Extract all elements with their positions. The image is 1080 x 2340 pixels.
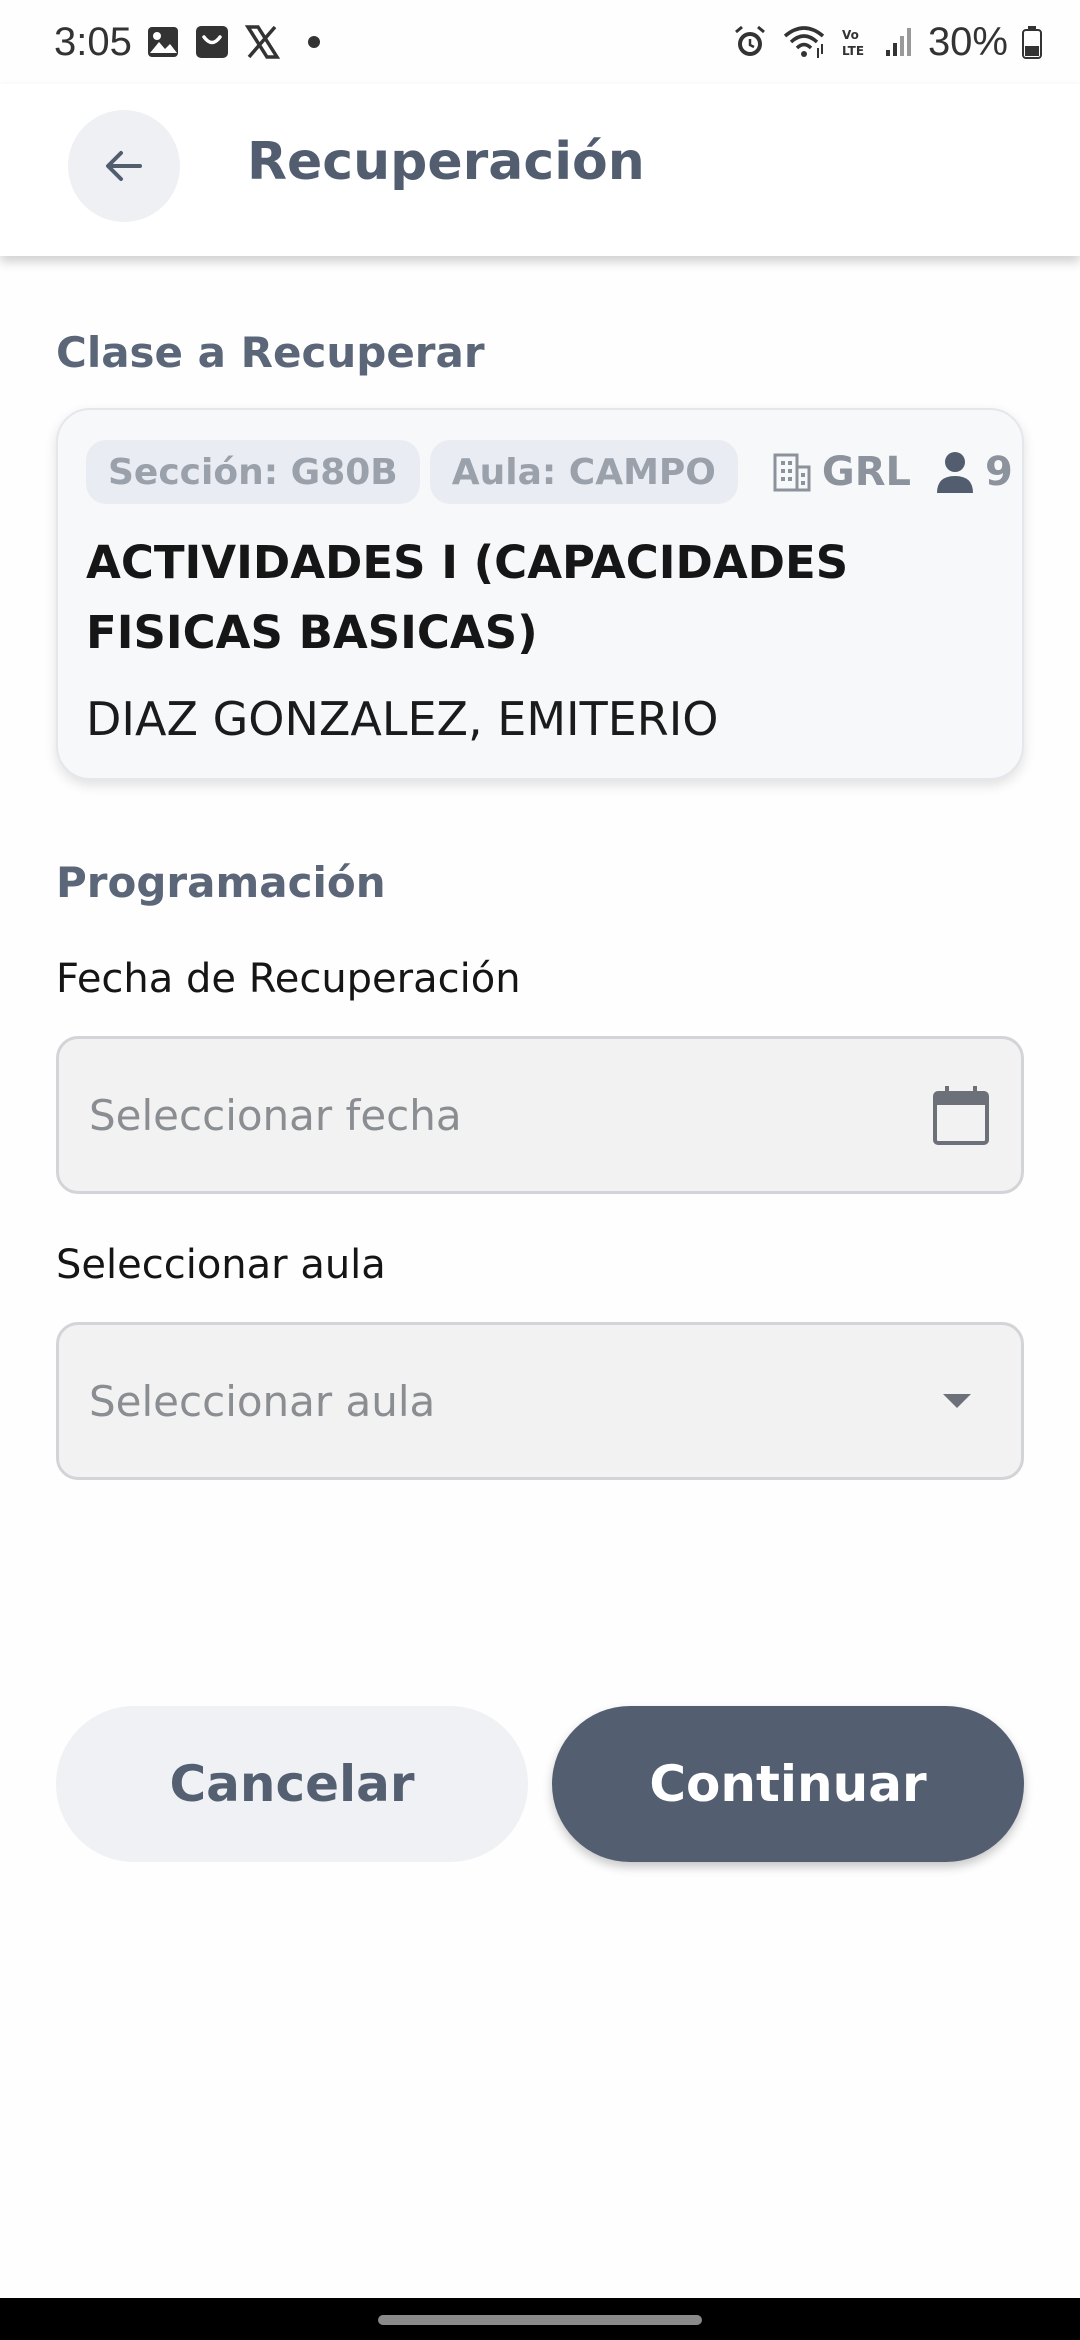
screen: 3:05 Vo LTE 30% Recuperación Clase a Rec… bbox=[0, 0, 1080, 2340]
room-field-label: Seleccionar aula bbox=[56, 1242, 386, 1288]
page-title: Recuperación bbox=[247, 132, 645, 192]
back-button[interactable] bbox=[68, 110, 180, 222]
class-card: Sección: G80B Aula: CAMPO GRL 9 ACTIVIDA… bbox=[56, 408, 1024, 780]
section-chip: Sección: G80B bbox=[86, 440, 420, 504]
date-field-label: Fecha de Recuperación bbox=[56, 956, 521, 1002]
alarm-icon bbox=[732, 24, 768, 60]
date-picker-field[interactable]: Seleccionar fecha bbox=[56, 1036, 1024, 1194]
status-bar-right: Vo LTE 30% bbox=[732, 20, 1042, 65]
person-icon bbox=[935, 450, 975, 494]
class-card-meta-row: Sección: G80B Aula: CAMPO GRL 9 bbox=[86, 440, 1013, 504]
shop-icon bbox=[194, 24, 230, 60]
status-bar: 3:05 Vo LTE 30% bbox=[0, 0, 1080, 84]
schedule-section-label: Programación bbox=[56, 858, 386, 907]
battery-icon bbox=[1022, 25, 1042, 59]
status-time: 3:05 bbox=[54, 19, 132, 64]
cancel-button[interactable]: Cancelar bbox=[56, 1706, 528, 1862]
room-chip: Aula: CAMPO bbox=[429, 440, 738, 504]
status-bar-left: 3:05 bbox=[54, 20, 320, 65]
date-field-placeholder: Seleccionar fecha bbox=[89, 1090, 462, 1140]
class-section-label: Clase a Recuperar bbox=[56, 328, 485, 377]
home-indicator[interactable] bbox=[378, 2315, 702, 2325]
continue-button[interactable]: Continuar bbox=[552, 1706, 1024, 1862]
teacher-name: DIAZ GONZALEZ, EMITERIO bbox=[86, 692, 719, 746]
dropdown-arrow-icon bbox=[941, 1392, 973, 1410]
building-icon bbox=[772, 451, 812, 493]
x-logo-icon bbox=[244, 24, 280, 60]
students-count: 9 bbox=[985, 449, 1013, 495]
calendar-icon[interactable] bbox=[931, 1083, 991, 1147]
svg-text:LTE: LTE bbox=[842, 44, 864, 58]
room-select-field[interactable]: Seleccionar aula bbox=[56, 1322, 1024, 1480]
volte-icon: Vo LTE bbox=[840, 24, 870, 60]
students-info: 9 bbox=[935, 449, 1013, 495]
notification-dot bbox=[307, 36, 320, 48]
building-info: GRL bbox=[772, 449, 911, 495]
battery-percent: 30% bbox=[927, 19, 1008, 64]
course-title: ACTIVIDADES I (CAPACIDADES FISICAS BASIC… bbox=[86, 536, 849, 659]
room-field-placeholder: Seleccionar aula bbox=[89, 1376, 436, 1426]
signal-icon bbox=[884, 24, 914, 60]
image-icon bbox=[146, 25, 180, 59]
building-code: GRL bbox=[821, 449, 912, 495]
app-bar: Recuperación bbox=[0, 84, 1080, 256]
wifi-icon bbox=[782, 24, 826, 60]
arrow-left-icon bbox=[102, 144, 146, 188]
svg-text:Vo: Vo bbox=[842, 28, 859, 42]
